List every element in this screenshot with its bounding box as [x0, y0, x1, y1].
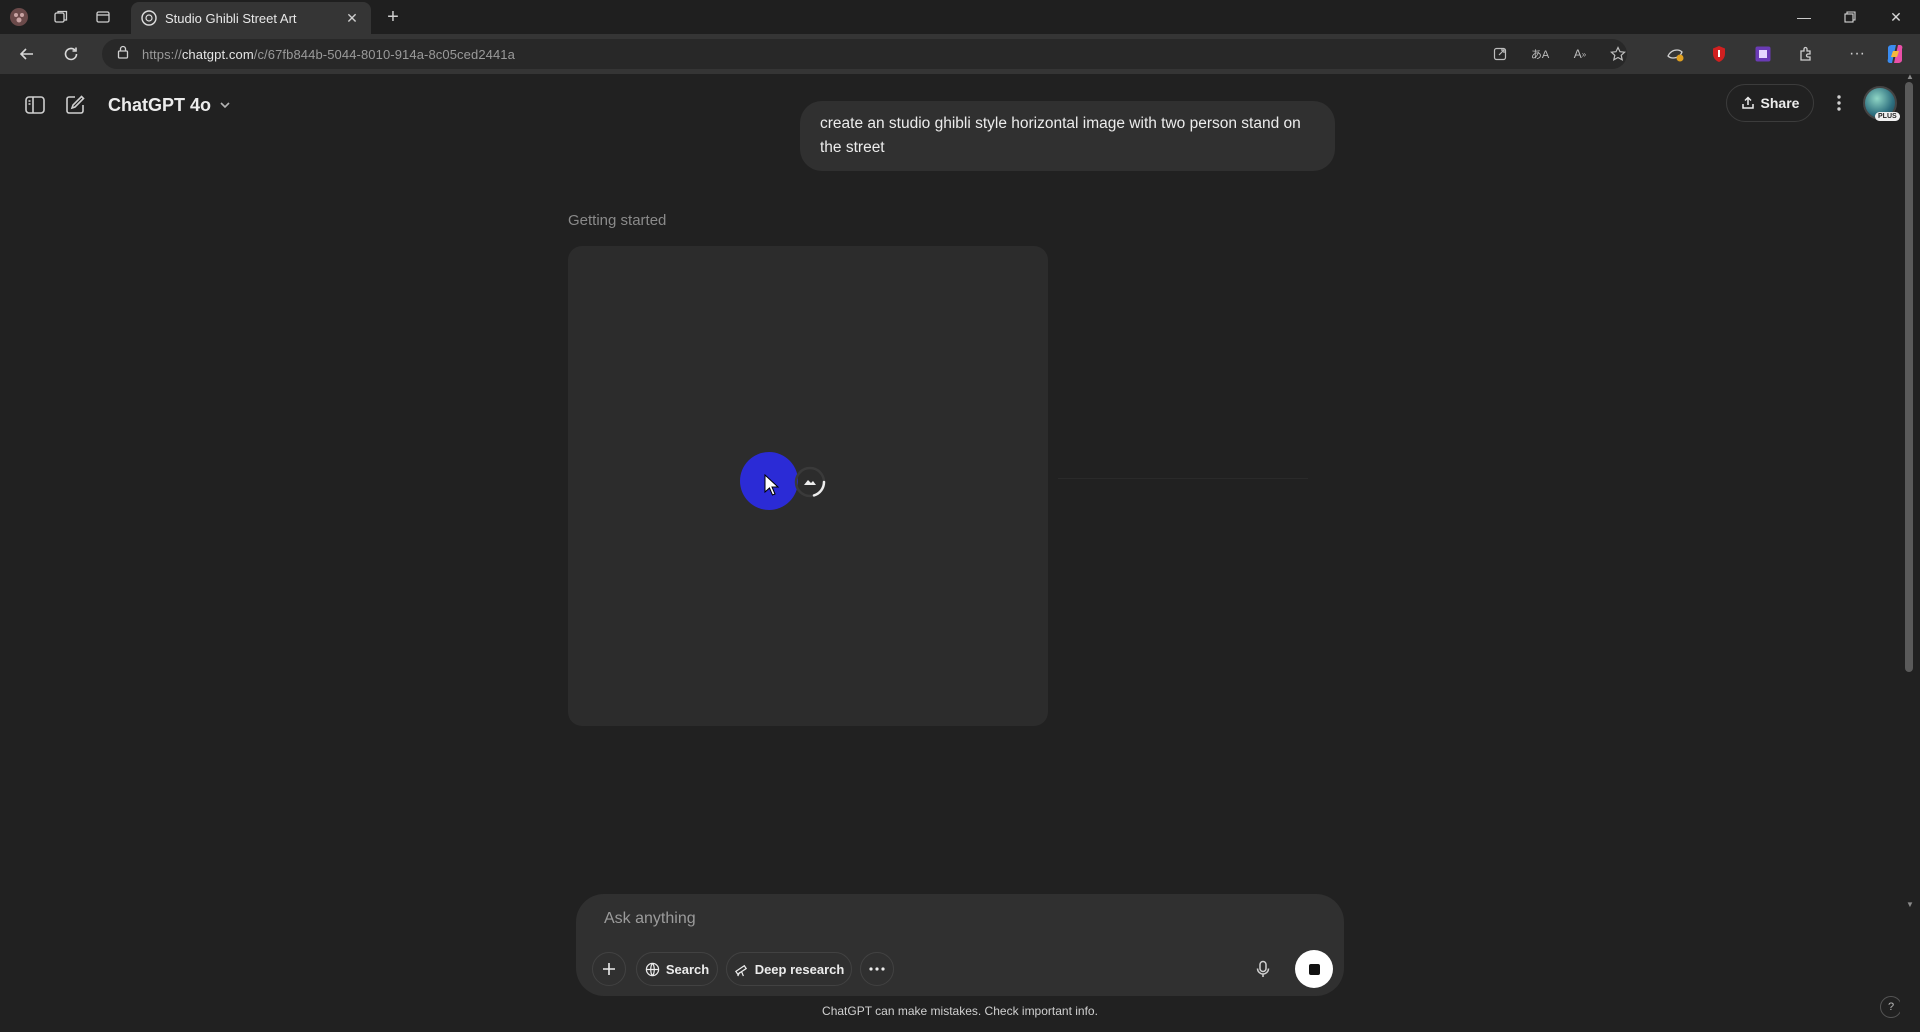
plus-icon — [603, 963, 615, 975]
model-selector[interactable]: ChatGPT 4o — [108, 90, 231, 120]
read-aloud-icon[interactable]: A» — [1570, 45, 1590, 63]
more-icon[interactable]: ··· — [1846, 43, 1868, 65]
tab-active[interactable]: Studio Ghibli Street Art ✕ — [131, 2, 371, 34]
model-label: ChatGPT 4o — [108, 94, 212, 115]
avatar[interactable]: PLUS — [1863, 86, 1900, 121]
globe-icon — [645, 962, 660, 976]
prompt-input[interactable]: Ask anything — [604, 910, 696, 928]
refresh-icon[interactable] — [58, 42, 84, 66]
ellipsis-icon — [869, 967, 885, 971]
extension-icon[interactable] — [1752, 43, 1774, 65]
copilot-icon[interactable] — [1884, 43, 1906, 65]
mic-icon[interactable] — [1248, 954, 1278, 984]
composer[interactable]: Ask anything Search Deep research — [576, 894, 1344, 996]
chatgpt-favicon — [141, 10, 157, 26]
new-chat-icon[interactable] — [60, 90, 90, 120]
deep-research-button[interactable]: Deep research — [726, 952, 852, 986]
minimize-icon[interactable]: — — [1784, 4, 1824, 30]
image-placeholder — [568, 246, 1048, 726]
more-tools-button[interactable] — [860, 952, 894, 986]
mouse-pointer-icon — [764, 474, 780, 496]
translate-icon[interactable]: あA — [1530, 45, 1550, 63]
divider — [1058, 478, 1308, 479]
tab-title: Studio Ghibli Street Art — [165, 10, 297, 26]
telescope-icon — [734, 964, 747, 976]
extensions-icon[interactable] — [1796, 43, 1818, 65]
new-tab-icon[interactable]: + — [382, 6, 404, 28]
lock-icon[interactable] — [116, 45, 130, 64]
scroll-down-icon[interactable]: ▼ — [1905, 900, 1915, 910]
address-bar-row: https://chatgpt.com/c/67fb844b-5044-8010… — [0, 34, 1920, 74]
open-app-icon[interactable] — [1490, 45, 1510, 63]
image-generation-status: Getting started — [568, 212, 667, 229]
share-button[interactable]: Share — [1726, 84, 1814, 122]
close-window-icon[interactable]: ✕ — [1876, 4, 1916, 30]
scrollbar-thumb[interactable] — [1905, 82, 1913, 672]
stop-icon[interactable] — [1295, 950, 1333, 988]
disclaimer: ChatGPT can make mistakes. Check importa… — [822, 1004, 1098, 1018]
user-message-bubble: create an studio ghibli style horizontal… — [800, 101, 1335, 171]
search-label: Search — [665, 961, 710, 977]
chat-page: ChatGPT 4o Share PLUS create an studio g… — [0, 72, 1920, 1032]
profile-icon[interactable] — [8, 6, 30, 28]
tab-bar: Studio Ghibli Street Art ✕ + — ✕ — [0, 0, 1920, 34]
help-button[interactable]: ? — [1880, 996, 1902, 1018]
chevron-down-icon — [219, 95, 231, 116]
close-tab-icon[interactable]: ✕ — [343, 10, 361, 27]
image-loading-icon — [794, 466, 826, 498]
deep-research-label: Deep research — [754, 961, 845, 977]
attach-button[interactable] — [592, 952, 626, 986]
adblock-icon[interactable] — [1708, 43, 1730, 65]
back-icon[interactable] — [14, 42, 40, 66]
share-icon — [1741, 96, 1754, 109]
scroll-up-icon[interactable]: ▲ — [1905, 72, 1915, 82]
workspaces-icon[interactable] — [50, 6, 72, 28]
url-text: https://chatgpt.com/c/67fb844b-5044-8010… — [142, 46, 515, 62]
search-button[interactable]: Search — [636, 952, 718, 986]
url-field[interactable]: https://chatgpt.com/c/67fb844b-5044-8010… — [102, 39, 1627, 69]
plan-badge: PLUS — [1875, 112, 1900, 121]
restore-icon[interactable] — [1830, 4, 1870, 30]
tab-actions-icon[interactable] — [92, 6, 114, 28]
sidebar-toggle-icon[interactable] — [20, 90, 50, 120]
kebab-icon[interactable] — [1824, 88, 1854, 118]
share-label: Share — [1760, 95, 1800, 111]
collections-icon[interactable] — [1664, 43, 1686, 65]
favorite-icon[interactable] — [1608, 45, 1628, 63]
